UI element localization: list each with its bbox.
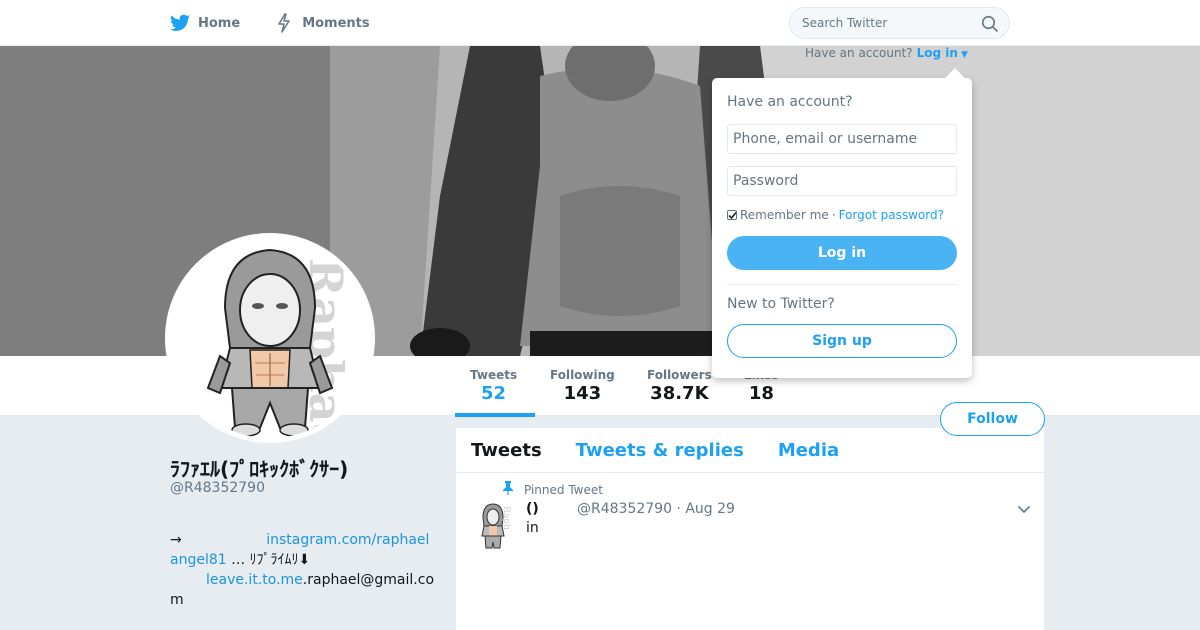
follow-button[interactable]: Follow [940, 402, 1045, 436]
bio-middle-text: … ﾘﾌﾟﾗｲﾑﾘ⬇ [231, 552, 311, 568]
remember-checkbox[interactable] [727, 210, 737, 220]
stat-value: 38.7K [650, 383, 709, 404]
search-input[interactable] [790, 8, 970, 38]
stat-value: 18 [748, 383, 774, 404]
pin-icon [502, 481, 514, 498]
search-box [789, 7, 1010, 39]
twitter-bird-icon [170, 13, 190, 33]
nav-home-label: Home [198, 15, 241, 31]
tab-tweets[interactable]: Tweets [471, 440, 542, 461]
remember-label: Remember me [740, 208, 829, 222]
tab-tweets-and-replies[interactable]: Tweets & replies [576, 440, 744, 461]
stat-label: Tweets [470, 368, 518, 382]
active-stat-underline [455, 413, 535, 417]
timeline: Tweets Tweets & replies Media Pinned Twe… [456, 428, 1044, 630]
avatar[interactable]: Raphael [165, 233, 375, 443]
tweet-avatar[interactable]: Raph [474, 502, 512, 550]
stat-followers[interactable]: Followers 38.7K [647, 368, 712, 404]
login-divider [727, 284, 957, 285]
new-to-twitter-label: New to Twitter? [727, 296, 835, 312]
stat-following[interactable]: Following 143 [550, 368, 615, 404]
profile-handle: @R48352790 [170, 480, 265, 496]
stat-label: Following [550, 368, 615, 382]
login-title: Have an account? [727, 94, 853, 110]
bio-website-link[interactable]: leave.it.to.me [206, 572, 303, 588]
stat-value: 52 [481, 383, 507, 404]
bio-arrow: → [170, 532, 182, 548]
caret-down-icon: ▼ [960, 50, 968, 60]
stat-label: Followers [647, 368, 712, 382]
header-login-link[interactable]: Log in [917, 46, 958, 60]
username-field[interactable] [727, 124, 957, 154]
profile-name: ﾗﾌｧｴﾙ(ﾌﾟﾛｷｯｸﾎﾞｸｻｰ) [170, 457, 349, 481]
remember-separator: · [831, 208, 836, 222]
search-icon[interactable] [981, 15, 999, 33]
tweet-text: in [526, 520, 539, 536]
login-dropdown: Have an account? Remember me · Forgot pa… [712, 78, 972, 378]
header-prompt-question: Have an account? [805, 46, 913, 60]
stat-tweets[interactable]: Tweets 52 [470, 368, 517, 404]
remember-row: Remember me · Forgot password? [727, 208, 944, 222]
avatar-illustration: Raphael [170, 238, 370, 438]
pinned-tweet-indicator: Pinned Tweet [502, 481, 603, 498]
chevron-down-icon[interactable] [1016, 502, 1032, 518]
nav-moments-label: Moments [302, 15, 370, 31]
nav-moments[interactable]: Moments [274, 13, 370, 33]
tweet-author-name[interactable]: () [526, 501, 539, 517]
checkmark-icon [728, 212, 737, 220]
nav-links: Home Moments [170, 0, 370, 46]
password-field[interactable] [727, 166, 957, 196]
svg-text:Raph: Raph [501, 506, 511, 530]
tab-media[interactable]: Media [778, 440, 839, 461]
tweet-avatar-illustration: Raph [481, 503, 511, 549]
forgot-password-link[interactable]: Forgot password? [839, 208, 944, 222]
pinned-label: Pinned Tweet [524, 482, 603, 497]
tweet-meta[interactable]: @R48352790 · Aug 29 [577, 501, 735, 517]
header-login-prompt: Have an account? Log in ▼ [805, 46, 968, 60]
login-button[interactable]: Log in [727, 236, 957, 270]
signup-button[interactable]: Sign up [727, 324, 957, 358]
profile-bio: → instagram.com/raphaelangel81 … ﾘﾌﾟﾗｲﾑﾘ… [170, 530, 435, 610]
top-navigation-bar: Home Moments [0, 0, 1200, 46]
nav-home[interactable]: Home [170, 13, 240, 33]
stat-value: 143 [563, 383, 602, 404]
lightning-icon [274, 13, 294, 33]
